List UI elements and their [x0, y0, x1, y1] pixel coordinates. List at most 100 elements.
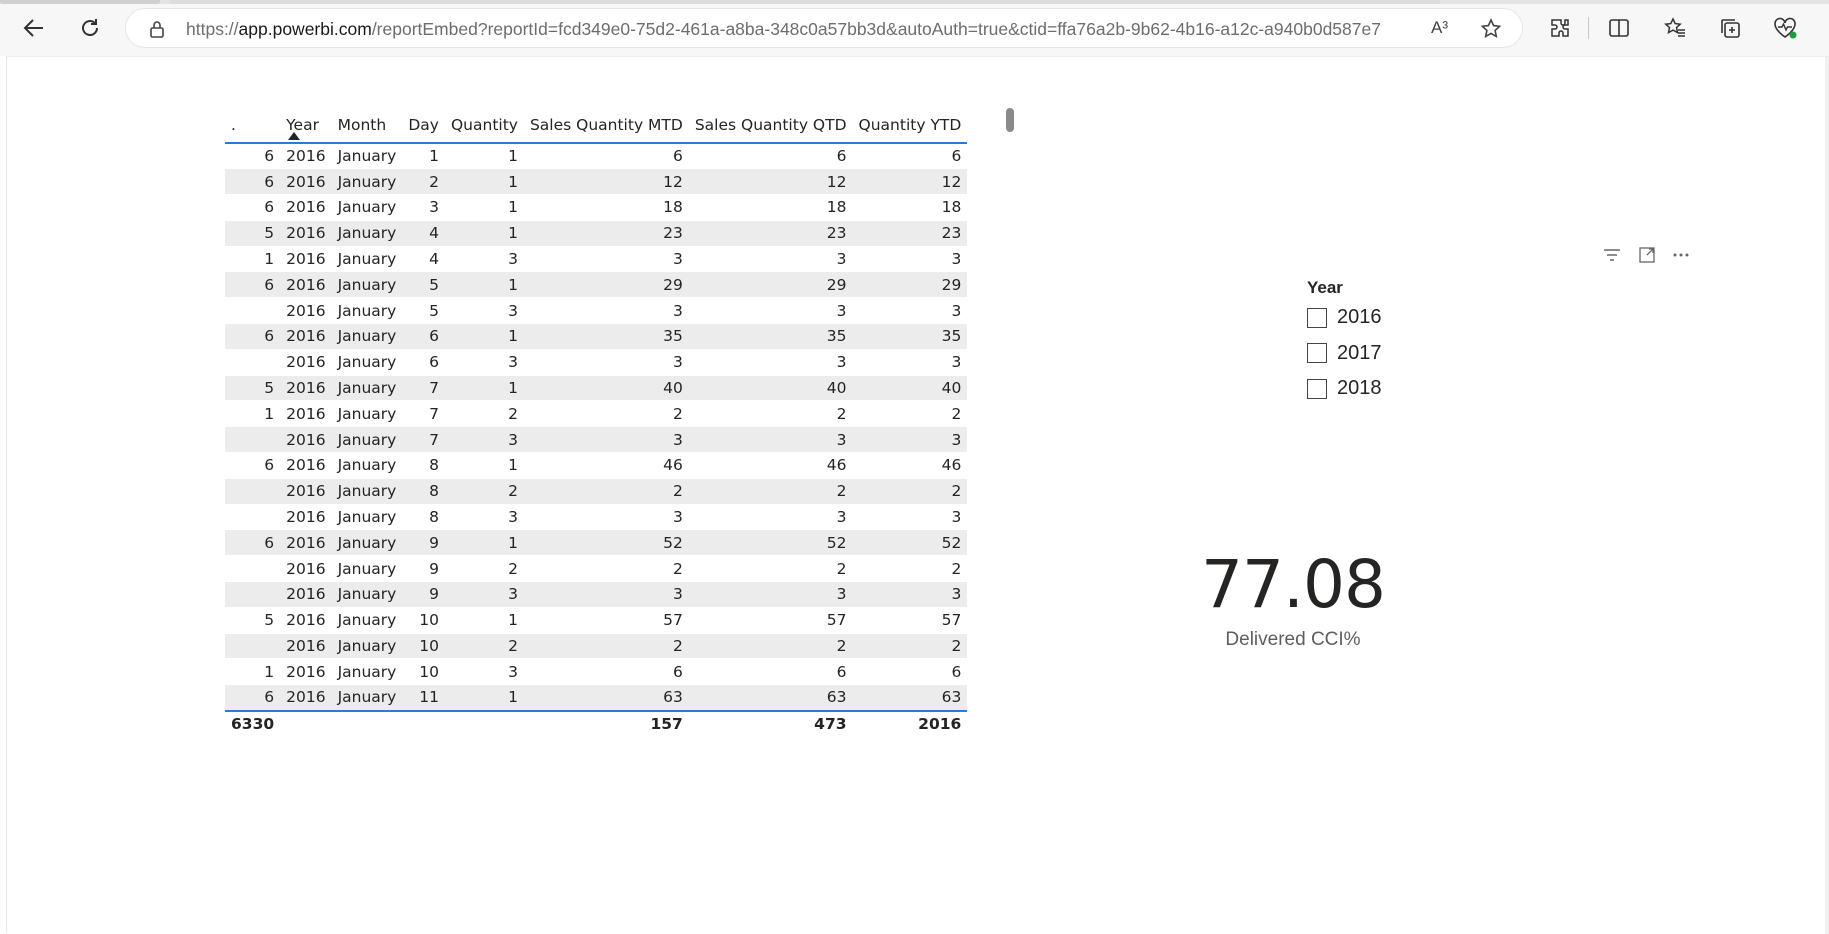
cell-day: 6: [402, 323, 445, 350]
cell-sales-quantity-qtd: 3: [688, 349, 853, 376]
url-text[interactable]: https://app.powerbi.com/reportEmbed?repo…: [186, 9, 1431, 49]
table-scrollbar-thumb[interactable]: [1006, 108, 1014, 132]
extensions-icon[interactable]: [1546, 14, 1574, 42]
back-button[interactable]: [16, 10, 52, 46]
cell-month: January: [331, 684, 403, 712]
column-header-day[interactable]: Day: [402, 107, 445, 143]
table-visual[interactable]: . Year Month Day Quantity Sales Quantity…: [225, 107, 968, 738]
column-header-year[interactable]: Year: [280, 107, 331, 143]
checkbox[interactable]: [1307, 378, 1327, 399]
lock-icon[interactable]: [147, 19, 167, 39]
cell-year: 2016: [280, 478, 332, 505]
table-row[interactable]: 2016 January 10 2 2 2 2: [225, 633, 968, 660]
table-row[interactable]: 2016 January 7 3 3 3 3: [225, 426, 968, 454]
cell-month: January: [331, 194, 403, 221]
checkbox[interactable]: [1307, 307, 1327, 328]
table-row[interactable]: 1 2016 January 10 3 6 6 6: [225, 658, 968, 686]
cell-day: 2: [402, 168, 445, 196]
cell-sales-quantity-qtd: 3: [688, 246, 853, 273]
split-screen-icon[interactable]: [1605, 14, 1633, 42]
cell-sales-quantity-qtd: 63: [688, 684, 853, 712]
cell-sales-quantity-qtd: 3: [688, 297, 853, 325]
cell-year: 2016: [280, 529, 332, 557]
cell-quantity: 3: [444, 246, 524, 273]
data-table: . Year Month Day Quantity Sales Quantity…: [225, 107, 968, 738]
table-row[interactable]: 2016 January 5 3 3 3 3: [225, 297, 968, 325]
cell-day: 7: [402, 400, 445, 428]
table-row[interactable]: 1 2016 January 7 2 2 2 2: [225, 400, 968, 428]
cell-month: January: [331, 143, 403, 170]
slicer-option-2016[interactable]: 2016: [1307, 300, 1507, 336]
cell-quantity-ytd: 2: [852, 478, 968, 505]
cell-index: 6: [225, 684, 281, 712]
more-options-icon[interactable]: [1671, 245, 1691, 265]
cell-quantity: 3: [444, 658, 524, 686]
column-header-quantity[interactable]: Quantity: [445, 107, 524, 143]
total-cell-month: [331, 710, 403, 738]
favorites-icon[interactable]: [1661, 14, 1689, 42]
cell-sales-quantity-mtd: 6: [523, 658, 689, 686]
cell-quantity: 2: [444, 478, 524, 505]
cell-year: 2016: [280, 684, 332, 712]
table-row[interactable]: 6 2016 January 1 1 6 6 6: [225, 143, 968, 170]
column-header-index[interactable]: .: [225, 107, 280, 143]
cell-sales-quantity-qtd: 2: [688, 478, 853, 505]
favorite-star-icon[interactable]: [1479, 17, 1503, 41]
cell-sales-quantity-qtd: 6: [688, 658, 853, 686]
slicer-option-2018[interactable]: 2018: [1307, 371, 1507, 407]
cell-sales-quantity-qtd: 6: [688, 143, 853, 170]
cell-sales-quantity-qtd: 2: [688, 400, 853, 428]
cell-quantity-ytd: 46: [852, 452, 968, 479]
table-row[interactable]: 6 2016 January 11 1 63 63 63: [225, 684, 968, 712]
collections-icon[interactable]: [1716, 14, 1744, 42]
cell-sales-quantity-qtd: 3: [688, 426, 853, 454]
table-row[interactable]: 5 2016 January 4 1 23 23 23: [225, 220, 968, 247]
table-body: 6 2016 January 1 1 6 6 6 6 2016 January 2 1 12 12 12 6 20…: [225, 143, 968, 712]
cell-year: 2016: [280, 323, 332, 350]
cell-index: [225, 349, 281, 376]
table-row[interactable]: 6 2016 January 5 1 29 29 29: [225, 271, 968, 299]
cell-sales-quantity-mtd: 23: [523, 220, 689, 247]
table-row[interactable]: 6 2016 January 3 1 18 18 18: [225, 194, 968, 221]
filter-icon[interactable]: [1602, 245, 1622, 265]
table-row[interactable]: 2016 January 9 3 3 3 3: [225, 581, 968, 608]
cell-year: 2016: [280, 349, 332, 376]
table-row[interactable]: 6 2016 January 2 1 12 12 12: [225, 168, 968, 196]
refresh-button[interactable]: [72, 10, 108, 46]
table-row[interactable]: 6 2016 January 8 1 46 46 46: [225, 452, 968, 479]
column-header-month[interactable]: Month: [332, 107, 403, 143]
cell-quantity-ytd: 18: [852, 194, 968, 221]
cell-quantity: 1: [444, 220, 524, 247]
total-cell-quantity-ytd: 2016: [852, 710, 968, 738]
table-row[interactable]: 2016 January 6 3 3 3 3: [225, 349, 968, 376]
table-row[interactable]: 5 2016 January 10 1 57 57 57: [225, 607, 968, 634]
cell-quantity-ytd: 3: [852, 504, 968, 531]
kpi-card[interactable]: 77.08 Delivered CCI%: [1163, 545, 1423, 653]
cell-sales-quantity-mtd: 18: [523, 194, 689, 221]
page-scrollbar[interactable]: [1825, 57, 1829, 934]
focus-mode-icon[interactable]: [1637, 245, 1657, 265]
cell-day: 6: [402, 349, 445, 376]
table-row[interactable]: 1 2016 January 4 3 3 3 3: [225, 246, 968, 273]
checkbox[interactable]: [1307, 343, 1327, 364]
column-header-sales-quantity-mtd[interactable]: Sales Quantity MTD: [524, 107, 689, 143]
column-header-quantity-ytd[interactable]: Quantity YTD: [853, 107, 968, 143]
cell-quantity-ytd: 2: [852, 555, 968, 583]
table-row[interactable]: 2016 January 8 3 3 3 3: [225, 504, 968, 531]
cell-year: 2016: [280, 426, 332, 454]
total-cell-index: 6330: [225, 710, 281, 738]
table-row[interactable]: 6 2016 January 6 1 35 35 35: [225, 323, 968, 350]
table-row[interactable]: 5 2016 January 7 1 40 40 40: [225, 375, 968, 402]
slicer-title: Year: [1307, 278, 1343, 297]
table-row[interactable]: 2016 January 8 2 2 2 2: [225, 478, 968, 505]
column-header-sales-quantity-qtd[interactable]: Sales Quantity QTD: [689, 107, 853, 143]
address-bar[interactable]: https://app.powerbi.com/reportEmbed?repo…: [125, 8, 1523, 48]
table-row[interactable]: 6 2016 January 9 1 52 52 52: [225, 529, 968, 557]
slicer-option-2017[interactable]: 2017: [1307, 336, 1507, 372]
cell-year: 2016: [280, 633, 332, 660]
browser-essentials-icon[interactable]: [1771, 14, 1799, 42]
cell-day: 8: [402, 504, 445, 531]
cell-month: January: [331, 607, 403, 634]
read-aloud-icon[interactable]: A³: [1431, 18, 1455, 40]
table-row[interactable]: 2016 January 9 2 2 2 2: [225, 555, 968, 583]
